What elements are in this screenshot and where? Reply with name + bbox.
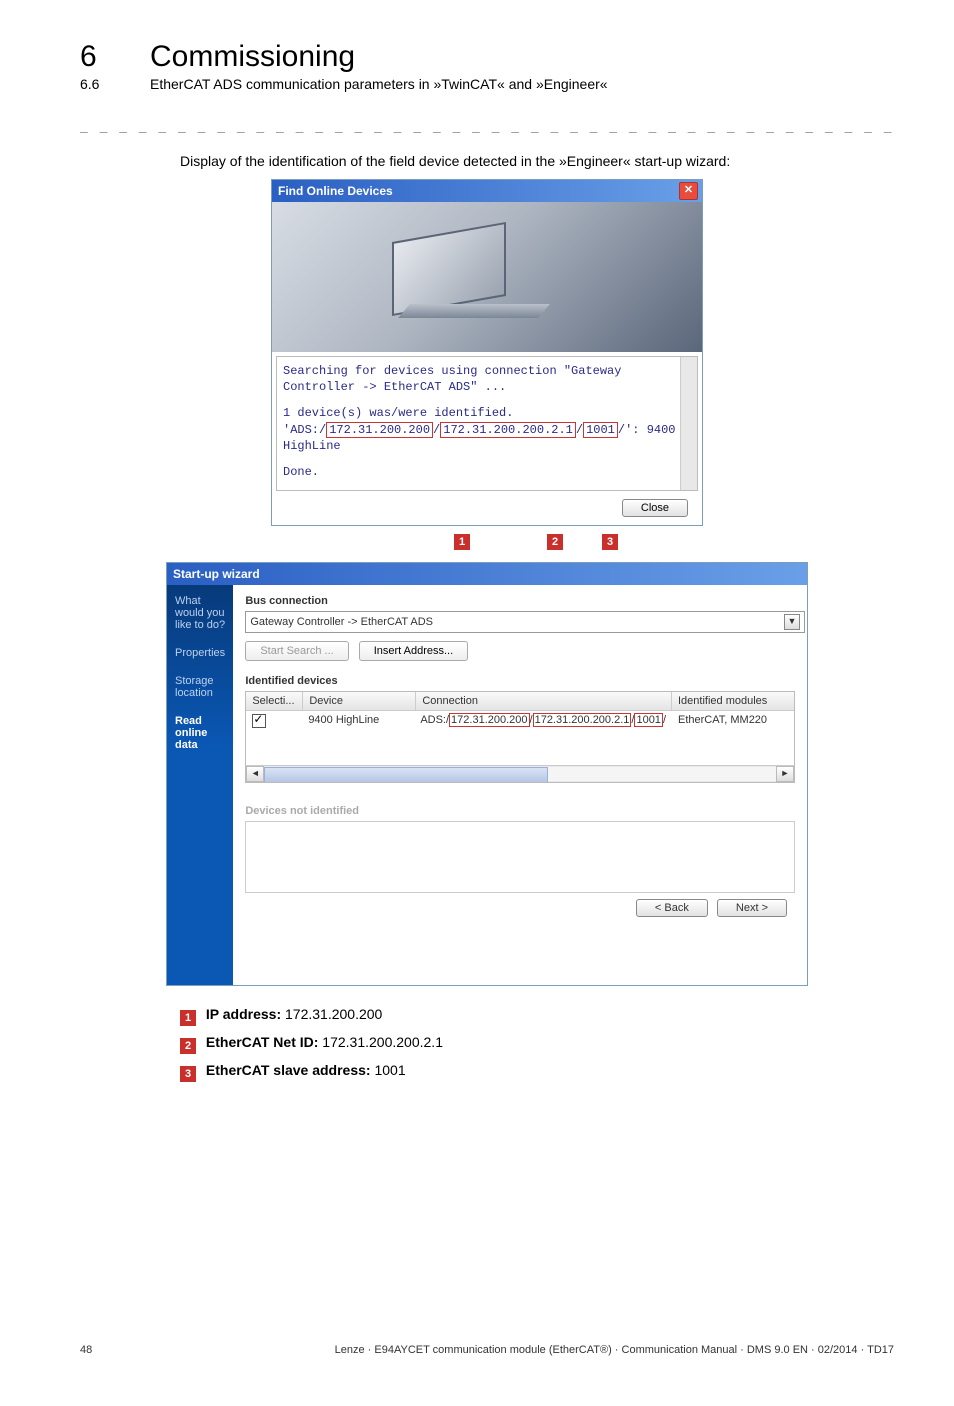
laptop-graphic xyxy=(392,222,506,316)
dialog-title-text: Find Online Devices xyxy=(278,184,393,198)
combo-text: Gateway Controller -> EtherCAT ADS xyxy=(250,616,433,628)
row-device: 9400 HighLine xyxy=(302,711,414,734)
start-search-button[interactable]: Start Search ... xyxy=(245,641,348,661)
legend-item-3: 3 EtherCAT slave address: 1001 xyxy=(180,1056,894,1084)
sidebar-item-what[interactable]: What would you like to do? xyxy=(175,595,225,631)
dialog-hero-image xyxy=(272,202,702,352)
next-button[interactable]: Next > xyxy=(717,899,787,917)
row-identified-modules: EtherCAT, MM220 xyxy=(672,711,794,734)
identified-devices-table: Selecti... Device Connection Identified … xyxy=(245,691,795,783)
scroll-left-icon[interactable]: ◄ xyxy=(246,766,264,782)
col-header-identified-modules[interactable]: Identified modules xyxy=(672,692,794,710)
sidebar-item-properties[interactable]: Properties xyxy=(175,647,225,659)
bus-connection-label: Bus connection xyxy=(245,595,795,607)
sidebar-item-storage[interactable]: Storage location xyxy=(175,675,225,699)
intro-text: Display of the identification of the fie… xyxy=(180,153,894,169)
section-title: EtherCAT ADS communication parameters in… xyxy=(150,76,608,92)
sidebar-item-read-online[interactable]: Read online data xyxy=(175,715,225,751)
horizontal-scrollbar[interactable]: ◄ ► xyxy=(246,765,794,782)
callout-marker-1: 1 xyxy=(454,534,470,550)
insert-address-button[interactable]: Insert Address... xyxy=(359,641,468,661)
find-online-devices-dialog: Find Online Devices ✕ Searching for devi… xyxy=(271,179,703,526)
footer-text: Lenze · E94AYCET communication module (E… xyxy=(335,1344,894,1356)
chapter-title: Commissioning xyxy=(150,40,355,74)
legend-marker-3: 3 xyxy=(180,1066,196,1082)
log-output: Searching for devices using connection "… xyxy=(276,356,698,491)
wizard-sidebar: What would you like to do? Properties St… xyxy=(167,585,233,985)
callout-marker-2: 2 xyxy=(547,534,563,550)
log-ads-line: 'ADS:/172.31.200.200/172.31.200.200.2.1/… xyxy=(283,422,691,438)
chevron-down-icon[interactable]: ▼ xyxy=(784,614,800,630)
callout-marker-3: 3 xyxy=(602,534,618,550)
legend-marker-1: 1 xyxy=(180,1010,196,1026)
row-connection: ADS:/172.31.200.200/172.31.200.200.2.1/1… xyxy=(414,711,672,734)
page-number: 48 xyxy=(80,1344,92,1356)
vertical-scrollbar[interactable] xyxy=(680,357,697,490)
scroll-right-icon[interactable]: ► xyxy=(776,766,794,782)
scroll-thumb[interactable] xyxy=(264,767,547,783)
close-icon[interactable]: ✕ xyxy=(679,182,698,200)
identified-devices-label: Identified devices xyxy=(245,675,795,687)
col-header-device[interactable]: Device xyxy=(303,692,416,710)
legend-item-1: 1 IP address: 172.31.200.200 xyxy=(180,1000,894,1028)
chapter-number: 6 xyxy=(80,40,110,74)
section-number: 6.6 xyxy=(80,76,110,92)
bus-connection-combo[interactable]: Gateway Controller -> EtherCAT ADS ▼ xyxy=(245,611,805,633)
col-header-select[interactable]: Selecti... xyxy=(246,692,303,710)
startup-wizard-dialog: Start-up wizard What would you like to d… xyxy=(166,562,808,986)
col-header-connection[interactable]: Connection xyxy=(416,692,672,710)
not-identified-table xyxy=(245,821,795,893)
table-row[interactable]: 9400 HighLine ADS:/172.31.200.200/172.31… xyxy=(246,711,794,734)
legend-item-2: 2 EtherCAT Net ID: 172.31.200.200.2.1 xyxy=(180,1028,894,1056)
legend-marker-2: 2 xyxy=(180,1038,196,1054)
not-identified-label: Devices not identified xyxy=(245,805,795,817)
log-netid-box: 172.31.200.200.2.1 xyxy=(440,422,576,438)
divider-line: _ _ _ _ _ _ _ _ _ _ _ _ _ _ _ _ _ _ _ _ … xyxy=(80,120,894,135)
row-checkbox[interactable] xyxy=(252,714,266,728)
close-button[interactable]: Close xyxy=(622,499,688,517)
log-slave-box: 1001 xyxy=(583,422,618,438)
wizard-title: Start-up wizard xyxy=(173,567,260,581)
log-ip-box: 172.31.200.200 xyxy=(326,422,433,438)
back-button[interactable]: < Back xyxy=(636,899,708,917)
